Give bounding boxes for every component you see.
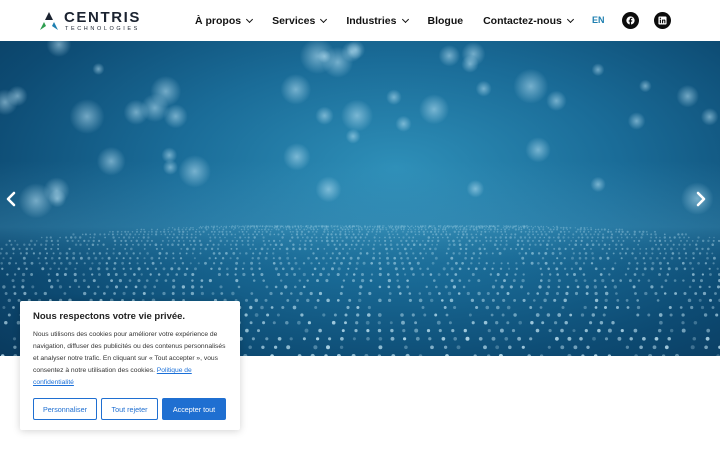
logo-subtitle: TECHNOLOGIES xyxy=(65,25,140,32)
nav-item-industries[interactable]: Industries xyxy=(346,15,409,27)
cookie-title: Nous respectons votre vie privée. xyxy=(33,311,186,322)
centris-logo[interactable]: CENTRIS TECHNOLOGIES xyxy=(36,9,141,33)
customize-button[interactable]: Personnaliser xyxy=(33,398,97,420)
nav-item-blogue[interactable]: Blogue xyxy=(428,15,464,27)
nav-item-contactez-nous[interactable]: Contactez-nous xyxy=(483,15,574,27)
logo-name: CENTRIS xyxy=(64,8,142,26)
chevron-down-icon xyxy=(246,15,254,23)
language-switch[interactable]: EN xyxy=(592,15,605,25)
chevron-down-icon xyxy=(320,15,328,23)
chevron-left-icon[interactable] xyxy=(5,191,25,211)
cookie-consent-panel: Nous respectons votre vie privée. Nous u… xyxy=(20,301,240,430)
accept-all-button[interactable]: Accepter tout xyxy=(162,398,226,420)
chevron-right-icon[interactable] xyxy=(695,191,715,211)
logo-mark-icon xyxy=(36,10,62,32)
main-nav: À propos Services Industries Blogue Cont… xyxy=(195,0,574,41)
facebook-icon[interactable] xyxy=(622,12,639,29)
chevron-down-icon xyxy=(566,15,574,23)
linkedin-icon[interactable] xyxy=(654,12,671,29)
nav-item-services[interactable]: Services xyxy=(272,15,328,27)
chevron-down-icon xyxy=(401,15,409,23)
cookie-body: Nous utilisons des cookies pour améliore… xyxy=(33,331,226,386)
reject-all-button[interactable]: Tout rejeter xyxy=(101,398,158,420)
nav-item-a-propos[interactable]: À propos xyxy=(195,15,254,27)
site-header: CENTRIS TECHNOLOGIES À propos Services I… xyxy=(0,0,720,41)
